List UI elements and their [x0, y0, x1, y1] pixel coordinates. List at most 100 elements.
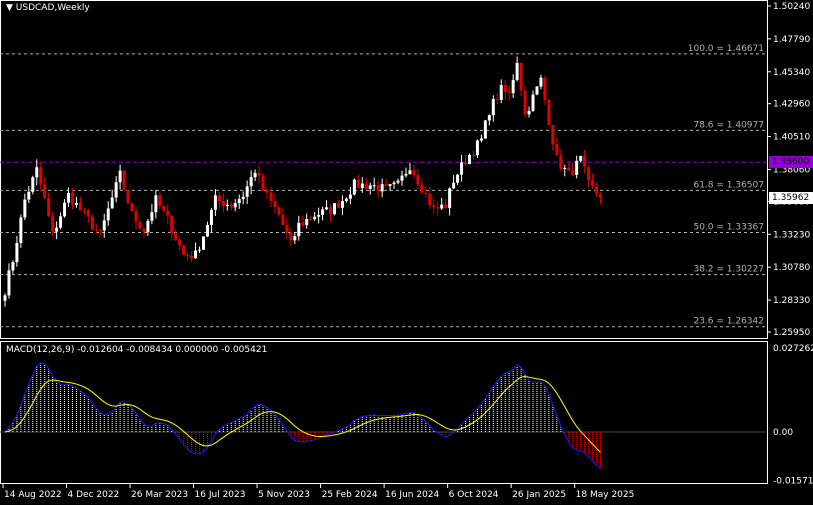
price-tick-label: 1.25950 [773, 328, 810, 338]
candle [384, 179, 388, 187]
candle [440, 197, 444, 210]
candle-body [110, 197, 114, 209]
candle-body [380, 184, 384, 192]
candle-body [321, 209, 325, 215]
candle-body [471, 155, 475, 157]
candle [503, 80, 507, 100]
candle-body [241, 196, 245, 200]
candle-body [487, 115, 491, 121]
candle [74, 196, 78, 208]
candle-body [186, 254, 190, 256]
time-tick-label: 26 Jan 2025 [512, 490, 566, 500]
chart-canvas[interactable]: 100.0 = 1.46671 78.6 = 1.40977 61.8 = 1.36… [0, 0, 813, 505]
candle [583, 149, 587, 174]
candle [483, 120, 487, 139]
candle-body [599, 194, 602, 198]
candle [452, 175, 456, 189]
candle-body [511, 79, 515, 94]
candle-body [372, 185, 376, 187]
price-tick-label: 1.47790 [773, 35, 810, 45]
candle-body [118, 170, 122, 183]
candle [535, 86, 539, 96]
candle [309, 215, 313, 221]
candle-body [182, 245, 186, 255]
candle [511, 74, 515, 98]
candle-body [595, 186, 599, 195]
candle-body [368, 185, 372, 189]
candle-body [253, 172, 257, 178]
candle-body [205, 224, 209, 237]
candle [591, 173, 595, 189]
candle [182, 244, 186, 256]
candle [475, 139, 479, 158]
candle-body [436, 207, 440, 209]
candle-body [281, 214, 285, 225]
candle [174, 229, 178, 241]
candle [575, 155, 579, 179]
candle-body [245, 186, 249, 197]
candle [241, 191, 245, 205]
candle-body [333, 203, 337, 215]
fib-label: 78.6 = 1.40977 [693, 120, 764, 130]
candle [289, 227, 293, 247]
candle-body [217, 195, 221, 202]
candle [229, 201, 233, 211]
candle-body [479, 138, 483, 141]
candle-body [356, 179, 360, 189]
candle [595, 182, 599, 197]
candle [527, 106, 531, 118]
macd-signal-line [4, 376, 601, 453]
candle [420, 178, 424, 194]
candle-body [82, 210, 86, 212]
candle [491, 95, 495, 122]
candle [340, 195, 344, 216]
candle [344, 197, 348, 203]
candle-body [567, 167, 571, 171]
candle-body [507, 91, 511, 94]
candle-body [225, 204, 229, 207]
fib-label: 23.6 = 1.26342 [693, 317, 764, 327]
triangle-down-icon[interactable]: ▼ [6, 3, 13, 13]
price-tick-label: 1.40510 [773, 133, 810, 143]
candle [515, 56, 519, 82]
candle [348, 186, 352, 205]
candle-body [317, 214, 321, 217]
candle [134, 206, 138, 230]
chart-title[interactable]: ▼ USDCAD,Weekly [6, 3, 90, 13]
candle-body [384, 184, 388, 186]
candle [396, 178, 400, 185]
candle-body [213, 195, 217, 210]
candle-body [55, 227, 59, 232]
candle [138, 220, 142, 230]
candle-body [360, 183, 364, 189]
time-tick-label: 4 Dec 2022 [68, 490, 120, 500]
candle-body [209, 209, 213, 225]
price-tick-label: 1.30780 [773, 263, 810, 273]
candle [400, 170, 404, 186]
candle-body [591, 180, 595, 187]
candle [432, 198, 436, 214]
candle [23, 193, 27, 221]
candle [325, 200, 329, 211]
candle [3, 293, 7, 307]
candle [265, 187, 269, 200]
candle [59, 212, 63, 230]
candle [412, 164, 416, 179]
candle [364, 177, 368, 190]
candle-body [162, 205, 166, 211]
candle-body [305, 219, 309, 226]
candle-body [432, 205, 436, 208]
candle [35, 159, 39, 186]
candle-body [170, 215, 174, 234]
candle [416, 168, 420, 190]
candle-body [503, 84, 507, 92]
candle-body [67, 192, 71, 203]
candle-body [221, 201, 225, 207]
candle [301, 215, 305, 228]
candle [154, 189, 158, 219]
candle [94, 223, 98, 234]
candle [106, 201, 110, 226]
candle [388, 183, 392, 191]
candle-body [293, 236, 297, 241]
candle [567, 161, 571, 171]
